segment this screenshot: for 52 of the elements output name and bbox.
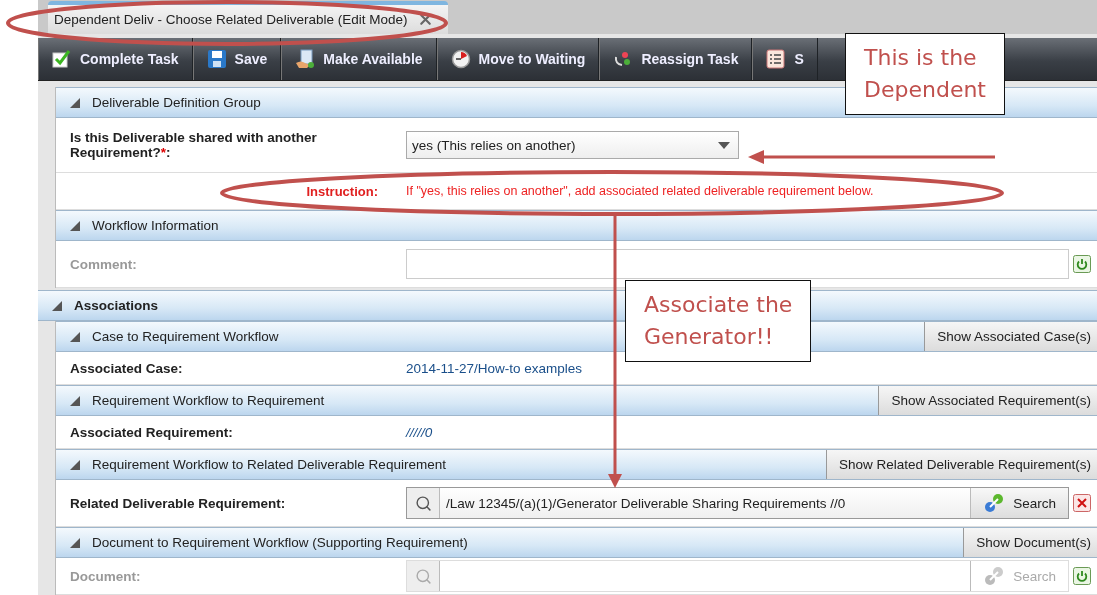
dropdown[interactable]: yes (This relies on another) <box>406 131 739 159</box>
collapse-icon[interactable] <box>70 537 80 548</box>
field-label: Related Deliverable Requirement: <box>70 495 287 511</box>
checklist-icon <box>766 49 787 70</box>
remove-icon[interactable] <box>1073 494 1091 512</box>
field-label: Associated Requirement: <box>70 424 234 440</box>
callout-box: This is the Dependent <box>845 33 1005 115</box>
field-label: Comment: <box>70 256 138 272</box>
link-icon <box>983 565 1006 587</box>
field-label: Is this Deliverable shared with another Requirement?*: <box>70 130 318 160</box>
section-title: Workflow Information <box>92 218 219 233</box>
comment-field[interactable] <box>406 249 1069 279</box>
section-title: Document to Requirement Workflow (Supporting Requirement) <box>92 535 468 550</box>
toolbar-button[interactable]: Move to Waiting <box>436 38 600 80</box>
toolbar-button[interactable]: S <box>752 38 818 80</box>
field-value[interactable]: 2014-11-27/How-to examples <box>406 360 1097 376</box>
instruction-label: Instruction: <box>306 183 379 199</box>
toolbar-button[interactable]: Reassign Task <box>599 38 753 80</box>
toolbar-button[interactable]: Save <box>192 38 282 80</box>
field-label: Associated Case: <box>70 360 184 376</box>
search-icon <box>414 494 432 512</box>
collapse-icon[interactable] <box>52 300 62 311</box>
show-button[interactable]: Show Related Deliverable Requirement(s) <box>825 450 1097 479</box>
section-title: Case to Requirement Workflow <box>92 329 279 344</box>
power-icon[interactable] <box>1073 255 1091 273</box>
floppy-icon <box>206 49 227 70</box>
show-button[interactable]: Show Associated Requirement(s) <box>878 386 1097 415</box>
collapse-icon[interactable] <box>70 395 80 406</box>
field-label: Document: <box>70 568 142 584</box>
instruction-text: If "yes, this relies on another", add associated related deliverable requirement below. <box>406 184 875 198</box>
section-title: Requirement Workflow to Related Deliverable Requirement <box>92 457 446 472</box>
field-value[interactable]: /////0 <box>406 424 1097 440</box>
checkbox-icon <box>52 49 72 70</box>
document-hand-icon <box>295 49 316 70</box>
toolbar-button[interactable]: Complete Task <box>38 38 193 80</box>
search-icon <box>414 567 432 585</box>
collapse-icon[interactable] <box>70 459 80 470</box>
section-title: Requirement Workflow to Requirement <box>92 393 325 408</box>
collapse-icon[interactable] <box>70 331 80 342</box>
show-button[interactable]: Show Associated Case(s) <box>924 322 1097 351</box>
section-title: Deliverable Definition Group <box>92 95 261 110</box>
callout-box: Associate the Generator!! <box>625 280 812 362</box>
collapse-icon[interactable] <box>70 220 80 231</box>
link-icon <box>983 492 1006 514</box>
collapse-icon[interactable] <box>70 97 80 108</box>
section-title: Associations <box>74 298 159 313</box>
caret-icon[interactable] <box>718 141 730 149</box>
clock-icon <box>450 49 471 70</box>
show-button[interactable]: Show Document(s) <box>963 528 1097 557</box>
search-button[interactable]: Search <box>970 488 1068 518</box>
lookup-field[interactable]: /Law 12345/(a)(1)/Generator Deliverable Sharing Requirements //0 Search <box>406 487 1069 519</box>
toolbar-button[interactable]: Make Available <box>281 38 437 80</box>
